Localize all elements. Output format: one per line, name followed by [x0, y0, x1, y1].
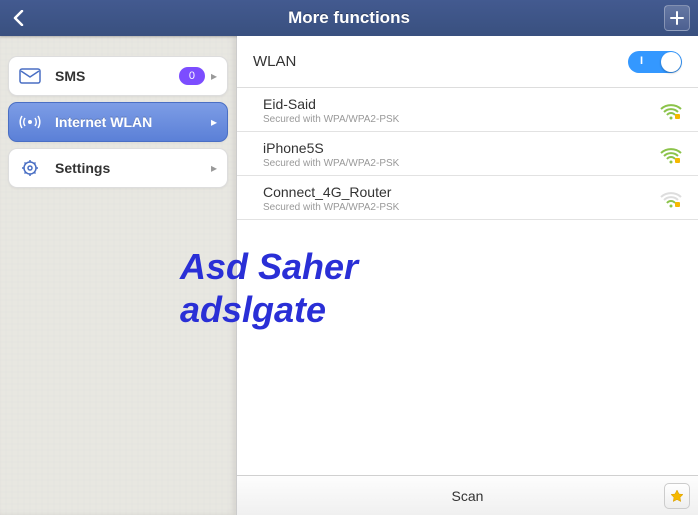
add-button[interactable]	[664, 5, 690, 31]
toggle-knob	[661, 52, 681, 72]
gear-icon	[19, 157, 41, 179]
chevron-right-icon: ▸	[211, 69, 217, 83]
chevron-right-icon: ▸	[211, 115, 217, 129]
sidebar-item-internet-wlan[interactable]: Internet WLAN ▸	[8, 102, 228, 142]
sidebar-item-sms[interactable]: SMS 0 ▸	[8, 56, 228, 96]
network-name: iPhone5S	[263, 140, 660, 156]
bottom-bar: Scan	[237, 475, 698, 515]
sidebar-item-label: SMS	[55, 68, 179, 84]
network-security: Secured with WPA/WPA2-PSK	[263, 158, 660, 169]
mail-icon	[19, 65, 41, 87]
back-button[interactable]	[10, 9, 28, 27]
sidebar-item-label: Settings	[55, 160, 211, 176]
wifi-signal-icon	[660, 190, 682, 208]
chevron-right-icon: ▸	[211, 161, 217, 175]
network-name: Connect_4G_Router	[263, 184, 660, 200]
wps-button[interactable]	[664, 483, 690, 509]
content-title: WLAN	[253, 53, 628, 70]
wifi-broadcast-icon	[19, 111, 41, 133]
sidebar-item-settings[interactable]: Settings ▸	[8, 148, 228, 188]
wifi-signal-icon	[660, 146, 682, 164]
scan-button[interactable]: Scan	[318, 488, 618, 504]
sms-badge: 0	[179, 67, 205, 85]
toggle-on-indicator: I	[640, 55, 643, 67]
wifi-signal-icon	[660, 102, 682, 120]
topbar: More functions	[0, 0, 698, 36]
content-pane: WLAN I Eid-Said Secured with WPA/WPA2-PS…	[237, 36, 698, 515]
network-security: Secured with WPA/WPA2-PSK	[263, 202, 660, 213]
page-title: More functions	[288, 8, 410, 28]
network-name: Eid-Said	[263, 96, 660, 112]
wlan-header: WLAN I	[237, 36, 698, 88]
sidebar: SMS 0 ▸ Internet WLAN ▸ Settings ▸	[0, 36, 237, 515]
network-row[interactable]: iPhone5S Secured with WPA/WPA2-PSK	[237, 132, 698, 176]
sidebar-item-label: Internet WLAN	[55, 114, 211, 130]
wlan-toggle[interactable]: I	[628, 51, 682, 73]
network-row[interactable]: Connect_4G_Router Secured with WPA/WPA2-…	[237, 176, 698, 220]
network-security: Secured with WPA/WPA2-PSK	[263, 114, 660, 125]
network-row[interactable]: Eid-Said Secured with WPA/WPA2-PSK	[237, 88, 698, 132]
